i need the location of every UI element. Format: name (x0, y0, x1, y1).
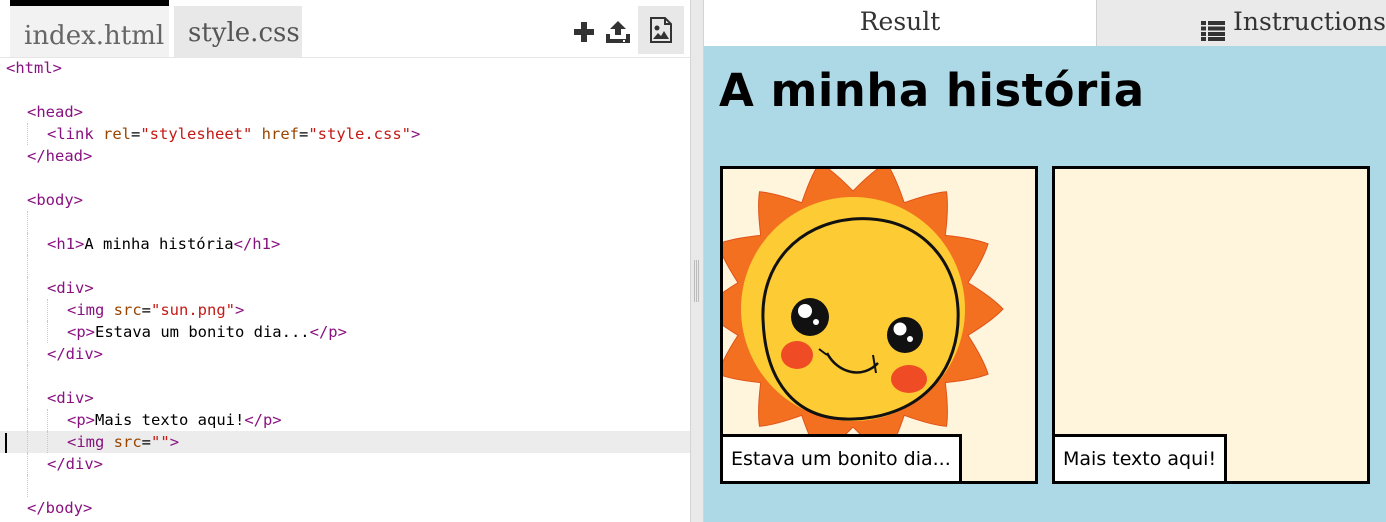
code-line: <html> (6, 59, 62, 77)
tab-style-css[interactable]: style.css (174, 6, 302, 57)
image-icon[interactable] (638, 6, 684, 54)
code-line: </head> (27, 147, 93, 165)
code-line: <div> (0, 277, 690, 299)
page-title: A minha história (719, 64, 1145, 117)
code-line: </div> (0, 343, 690, 365)
code-line: <head> (27, 103, 83, 121)
tab-instructions-label: Instructions (1233, 7, 1386, 36)
upload-icon[interactable] (600, 12, 636, 52)
code-line: <link rel="stylesheet" href="style.css"> (0, 123, 690, 145)
story-panel: Estava um bonito dia... (720, 166, 1038, 484)
result-preview: A minha história Estava um bonito dia...… (704, 46, 1386, 522)
code-line: </div> (0, 453, 690, 475)
tab-result[interactable]: Result (704, 0, 1096, 46)
panel-caption: Mais texto aqui! (1055, 434, 1228, 481)
drag-handle-icon[interactable] (694, 260, 700, 302)
plus-icon[interactable] (566, 12, 602, 52)
tab-index-html[interactable]: index.html (10, 0, 169, 57)
code-line: <div> (0, 387, 690, 409)
tab-instructions[interactable]: Instructions (1096, 0, 1386, 46)
code-line (0, 475, 690, 497)
result-tab-bar: Result Instructions (704, 0, 1386, 46)
code-editor-pane: index.html style.css <html> <head> <link… (0, 0, 690, 522)
code-line (0, 365, 690, 387)
file-tab-bar: index.html style.css (0, 0, 690, 58)
pane-splitter[interactable] (690, 0, 704, 522)
code-line: <h1>A minha história</h1> (0, 233, 690, 255)
code-line (0, 255, 690, 277)
story-panel: Mais texto aqui! (1052, 166, 1370, 484)
code-area[interactable]: <html> <head> <link rel="stylesheet" hre… (0, 57, 690, 522)
code-line: <img src="sun.png"> (0, 299, 690, 321)
code-line: <p>Estava um bonito dia...</p> (0, 321, 690, 343)
code-line: <p>Mais texto aqui!</p> (0, 409, 690, 431)
panel-caption: Estava um bonito dia... (723, 434, 962, 481)
text-cursor (5, 433, 7, 453)
code-line: <body> (27, 191, 83, 209)
code-line-active: <img src=""> (0, 431, 690, 453)
code-line (0, 211, 690, 233)
code-line: </body> (27, 499, 93, 517)
